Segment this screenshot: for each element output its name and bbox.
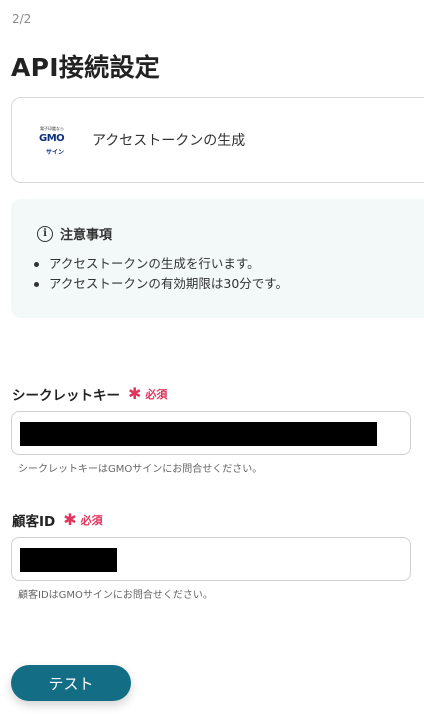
secret-key-input[interactable]: [11, 411, 411, 455]
notice-header: i 注意事項: [37, 224, 112, 243]
redacted-value: [20, 548, 117, 572]
secret-key-label-text: シークレットキー: [12, 388, 120, 404]
gmo-sign-logo: 電子印鑑なら GMO サイン: [38, 126, 72, 156]
customer-id-label: 顧客ID ✱ 必須: [12, 510, 103, 531]
required-asterisk-icon: ✱: [63, 510, 77, 529]
notice-item: アクセストークンの生成を行います。: [33, 254, 288, 274]
notice-list: アクセストークンの生成を行います。 アクセストークンの有効期限は30分です。: [33, 254, 288, 294]
required-asterisk-icon: ✱: [128, 384, 142, 403]
page: 2/2 API接続設定 電子印鑑なら GMO サイン アクセストークンの生成 i…: [0, 0, 424, 714]
customer-id-hint: 顧客IDはGMOサインにお問合せください。: [18, 590, 213, 601]
gmo-logo-brand: GMO: [39, 133, 65, 144]
redacted-value: [20, 422, 377, 446]
gmo-logo-tagline: 電子印鑑なら: [40, 126, 64, 131]
step-indicator: 2/2: [12, 12, 32, 26]
info-circle-icon: i: [37, 225, 53, 242]
notice-title: 注意事項: [60, 228, 113, 243]
required-badge: 必須: [80, 514, 103, 527]
notice-item: アクセストークンの有効期限は30分です。: [33, 274, 288, 294]
test-button[interactable]: テスト: [11, 665, 131, 701]
customer-id-label-text: 顧客ID: [12, 514, 56, 530]
action-label: アクセストークンの生成: [92, 133, 246, 149]
notice-box: i 注意事項 アクセストークンの生成を行います。 アクセストークンの有効期限は3…: [11, 199, 424, 318]
app-action-card: 電子印鑑なら GMO サイン アクセストークンの生成: [11, 97, 424, 183]
secret-key-hint: シークレットキーはGMOサインにお問合せください。: [18, 464, 263, 475]
secret-key-label: シークレットキー ✱ 必須: [12, 384, 168, 405]
customer-id-input[interactable]: [11, 537, 411, 581]
page-title: API接続設定: [11, 53, 161, 82]
required-badge: 必須: [145, 388, 168, 401]
gmo-logo-sub: サイン: [46, 149, 65, 156]
